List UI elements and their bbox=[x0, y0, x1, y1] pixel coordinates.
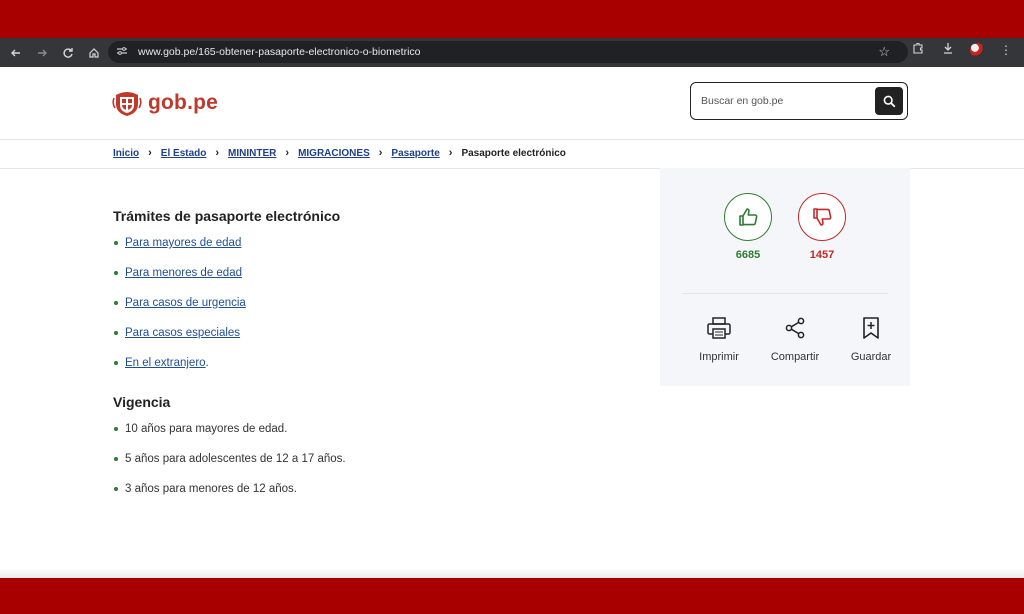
breadcrumb-list: Inicio › El Estado › MININTER › MIGRACIO… bbox=[113, 147, 566, 159]
reload-icon[interactable] bbox=[58, 43, 78, 63]
search-input[interactable] bbox=[699, 94, 873, 108]
breadcrumb-link-mininter[interactable]: MININTER bbox=[228, 148, 276, 159]
list-item: Para mayores de edad bbox=[113, 236, 633, 266]
chevron-right-icon: › bbox=[448, 147, 453, 159]
url-text: www.gob.pe/165-obtener-pasaporte-electro… bbox=[138, 46, 421, 58]
back-icon[interactable] bbox=[6, 43, 26, 63]
home-icon[interactable] bbox=[84, 43, 104, 63]
list-item: En el extranjero. bbox=[113, 356, 633, 386]
main-content: Trámites de pasaporte electrónico Para m… bbox=[113, 208, 633, 512]
panel-divider bbox=[682, 293, 888, 294]
vigencia-item: 3 años para menores de 12 años. bbox=[125, 483, 297, 495]
browser-window: www.gob.pe/165-obtener-pasaporte-electro… bbox=[0, 38, 1024, 578]
tramite-link-mayores[interactable]: Para mayores de edad bbox=[125, 237, 241, 249]
breadcrumb-link-migraciones[interactable]: MIGRACIONES bbox=[298, 148, 370, 159]
extensions-icon[interactable] bbox=[910, 42, 926, 57]
thumbs-down-icon bbox=[813, 208, 832, 226]
tramites-title: Trámites de pasaporte electrónico bbox=[113, 208, 341, 224]
chevron-right-icon: › bbox=[148, 147, 152, 159]
breadcrumb-link-pasaporte[interactable]: Pasaporte bbox=[391, 148, 439, 159]
address-bar[interactable]: www.gob.pe/165-obtener-pasaporte-electro… bbox=[108, 41, 908, 63]
bookmark-star-icon[interactable]: ☆ bbox=[878, 44, 890, 60]
dislike-count: 1457 bbox=[809, 249, 835, 261]
dislike-vote: 1457 bbox=[796, 193, 848, 261]
bookmark-add-icon bbox=[863, 317, 879, 339]
tramite-link-extranjero[interactable]: En el extranjero bbox=[125, 357, 206, 369]
logo-text: gob.pe bbox=[148, 91, 219, 114]
vigencia-item: 5 años para adolescentes de 12 a 17 años… bbox=[125, 453, 346, 465]
tramite-link-especiales[interactable]: Para casos especiales bbox=[125, 327, 240, 339]
gob-pe-logo[interactable]: gob.pe bbox=[112, 89, 218, 117]
list-item-suffix: . bbox=[205, 357, 209, 369]
like-button[interactable] bbox=[724, 193, 772, 241]
profile-avatar[interactable] bbox=[970, 42, 984, 57]
print-action[interactable]: Imprimir bbox=[690, 316, 748, 363]
chevron-right-icon: › bbox=[285, 147, 290, 159]
list-item: 5 años para adolescentes de 12 a 17 años… bbox=[113, 452, 633, 482]
dislike-button[interactable] bbox=[798, 193, 846, 241]
list-item: Para menores de edad bbox=[113, 266, 633, 296]
site-settings-icon[interactable] bbox=[116, 46, 130, 59]
chevron-right-icon: › bbox=[215, 147, 220, 159]
breadcrumb-link-el-estado[interactable]: El Estado bbox=[161, 148, 207, 159]
list-item: Para casos especiales bbox=[113, 326, 633, 356]
vote-row: 6685 1457 bbox=[722, 193, 848, 261]
page-actions: Imprimir Compartir Guardar bbox=[690, 316, 900, 363]
tramites-list: Para mayores de edad Para menores de eda… bbox=[113, 236, 633, 386]
more-menu-icon[interactable]: ⋮ bbox=[998, 43, 1014, 57]
download-icon[interactable] bbox=[940, 42, 956, 57]
vigencia-list: 10 años para mayores de edad. 5 años par… bbox=[113, 422, 633, 512]
thumbs-up-icon bbox=[739, 208, 758, 226]
feedback-panel: 6685 1457 Imprimir Compartir Guardar bbox=[660, 168, 910, 386]
share-label: Compartir bbox=[770, 351, 820, 363]
list-item: 3 años para menores de 12 años. bbox=[113, 482, 633, 512]
search-button[interactable] bbox=[875, 87, 903, 115]
search-icon bbox=[883, 95, 895, 107]
breadcrumb-current: Pasaporte electrónico bbox=[461, 147, 566, 159]
print-label: Imprimir bbox=[699, 351, 739, 363]
forward-icon[interactable] bbox=[32, 43, 52, 63]
save-action[interactable]: Guardar bbox=[842, 316, 900, 363]
share-icon bbox=[785, 317, 805, 339]
breadcrumb: Inicio › El Estado › MININTER › MIGRACIO… bbox=[0, 140, 1024, 169]
vigencia-title: Vigencia bbox=[113, 394, 171, 410]
list-item: Para casos de urgencia bbox=[113, 296, 633, 326]
site-header: gob.pe bbox=[0, 67, 1024, 140]
tramite-link-urgencia[interactable]: Para casos de urgencia bbox=[125, 297, 246, 309]
coat-of-arms-icon bbox=[112, 92, 142, 116]
browser-toolbar: www.gob.pe/165-obtener-pasaporte-electro… bbox=[0, 38, 1024, 67]
browser-extensions: ⋮ bbox=[910, 42, 1014, 57]
like-count: 6685 bbox=[735, 249, 761, 261]
list-item: 10 años para mayores de edad. bbox=[113, 422, 633, 452]
vigencia-item: 10 años para mayores de edad. bbox=[125, 423, 288, 435]
site-search bbox=[690, 82, 908, 120]
share-action[interactable]: Compartir bbox=[766, 316, 824, 363]
like-vote: 6685 bbox=[722, 193, 774, 261]
breadcrumb-link-inicio[interactable]: Inicio bbox=[113, 148, 139, 159]
tramite-link-menores[interactable]: Para menores de edad bbox=[125, 267, 242, 279]
page-bottom-shadow bbox=[0, 568, 1024, 578]
printer-icon bbox=[707, 317, 731, 339]
save-label: Guardar bbox=[850, 351, 892, 363]
chevron-right-icon: › bbox=[378, 147, 383, 159]
